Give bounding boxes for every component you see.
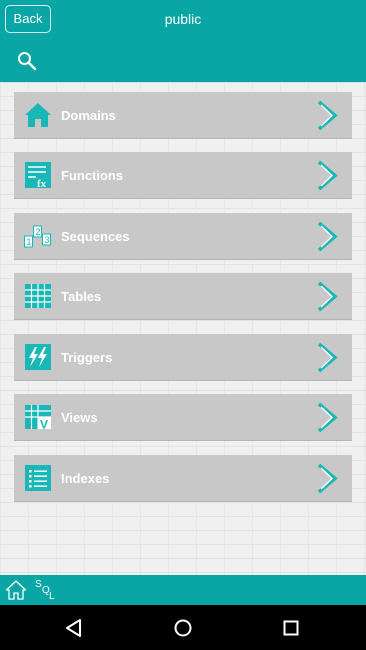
- menu-item-triggers[interactable]: Triggers: [14, 334, 352, 381]
- page-title: public: [164, 11, 202, 27]
- house-icon: [25, 103, 51, 127]
- chevron-right-icon: [317, 402, 338, 433]
- system-navigation-bar: [0, 605, 366, 650]
- back-triangle-icon[interactable]: [63, 617, 85, 639]
- menu-item-tables[interactable]: Tables: [14, 273, 352, 320]
- chevron-right-icon: [317, 463, 338, 494]
- svg-text:3: 3: [45, 235, 50, 245]
- menu-item-label: Views: [61, 410, 98, 425]
- sql-letter: L: [49, 591, 55, 602]
- menu-item-label: Functions: [61, 168, 124, 183]
- svg-text:1: 1: [27, 237, 32, 247]
- chevron-right-icon: [317, 221, 338, 252]
- menu-item-label: Sequences: [61, 229, 130, 244]
- chevron-right-icon: [317, 100, 338, 131]
- svg-text:V: V: [40, 418, 48, 432]
- chevron-right-icon: [317, 160, 338, 191]
- menu-item-indexes[interactable]: Indexes: [14, 455, 352, 502]
- menu-item-label: Domains: [61, 108, 116, 123]
- sql-letter: S: [35, 579, 42, 590]
- menu-list: Domains fx Functions 1 2 3 Sequences Tab…: [0, 82, 366, 575]
- view-icon: V: [25, 405, 51, 432]
- back-button[interactable]: Back: [5, 5, 51, 33]
- svg-text:fx: fx: [37, 178, 47, 189]
- menu-item-sequences[interactable]: 1 2 3 Sequences: [14, 213, 352, 260]
- menu-item-label: Triggers: [61, 350, 113, 365]
- trigger-icon: [25, 344, 51, 370]
- menu-item-domains[interactable]: Domains: [14, 92, 352, 139]
- home-icon[interactable]: [5, 579, 27, 601]
- svg-text:2: 2: [36, 227, 41, 237]
- app-header: public Back: [0, 0, 366, 82]
- sql-icon[interactable]: S Q L: [33, 577, 59, 603]
- sequence-icon: 1 2 3: [24, 225, 51, 248]
- index-icon: [25, 465, 51, 491]
- chevron-right-icon: [317, 281, 338, 312]
- table-icon: [25, 284, 51, 308]
- function-icon: fx: [25, 162, 51, 189]
- menu-item-functions[interactable]: fx Functions: [14, 152, 352, 199]
- chevron-right-icon: [317, 342, 338, 373]
- recents-square-icon[interactable]: [280, 617, 302, 639]
- menu-item-label: Tables: [61, 289, 102, 304]
- search-icon[interactable]: [16, 50, 38, 72]
- menu-item-label: Indexes: [61, 471, 110, 486]
- menu-item-views[interactable]: V Views: [14, 394, 352, 441]
- home-circle-icon[interactable]: [172, 617, 194, 639]
- bottom-toolbar: S Q L: [0, 575, 366, 605]
